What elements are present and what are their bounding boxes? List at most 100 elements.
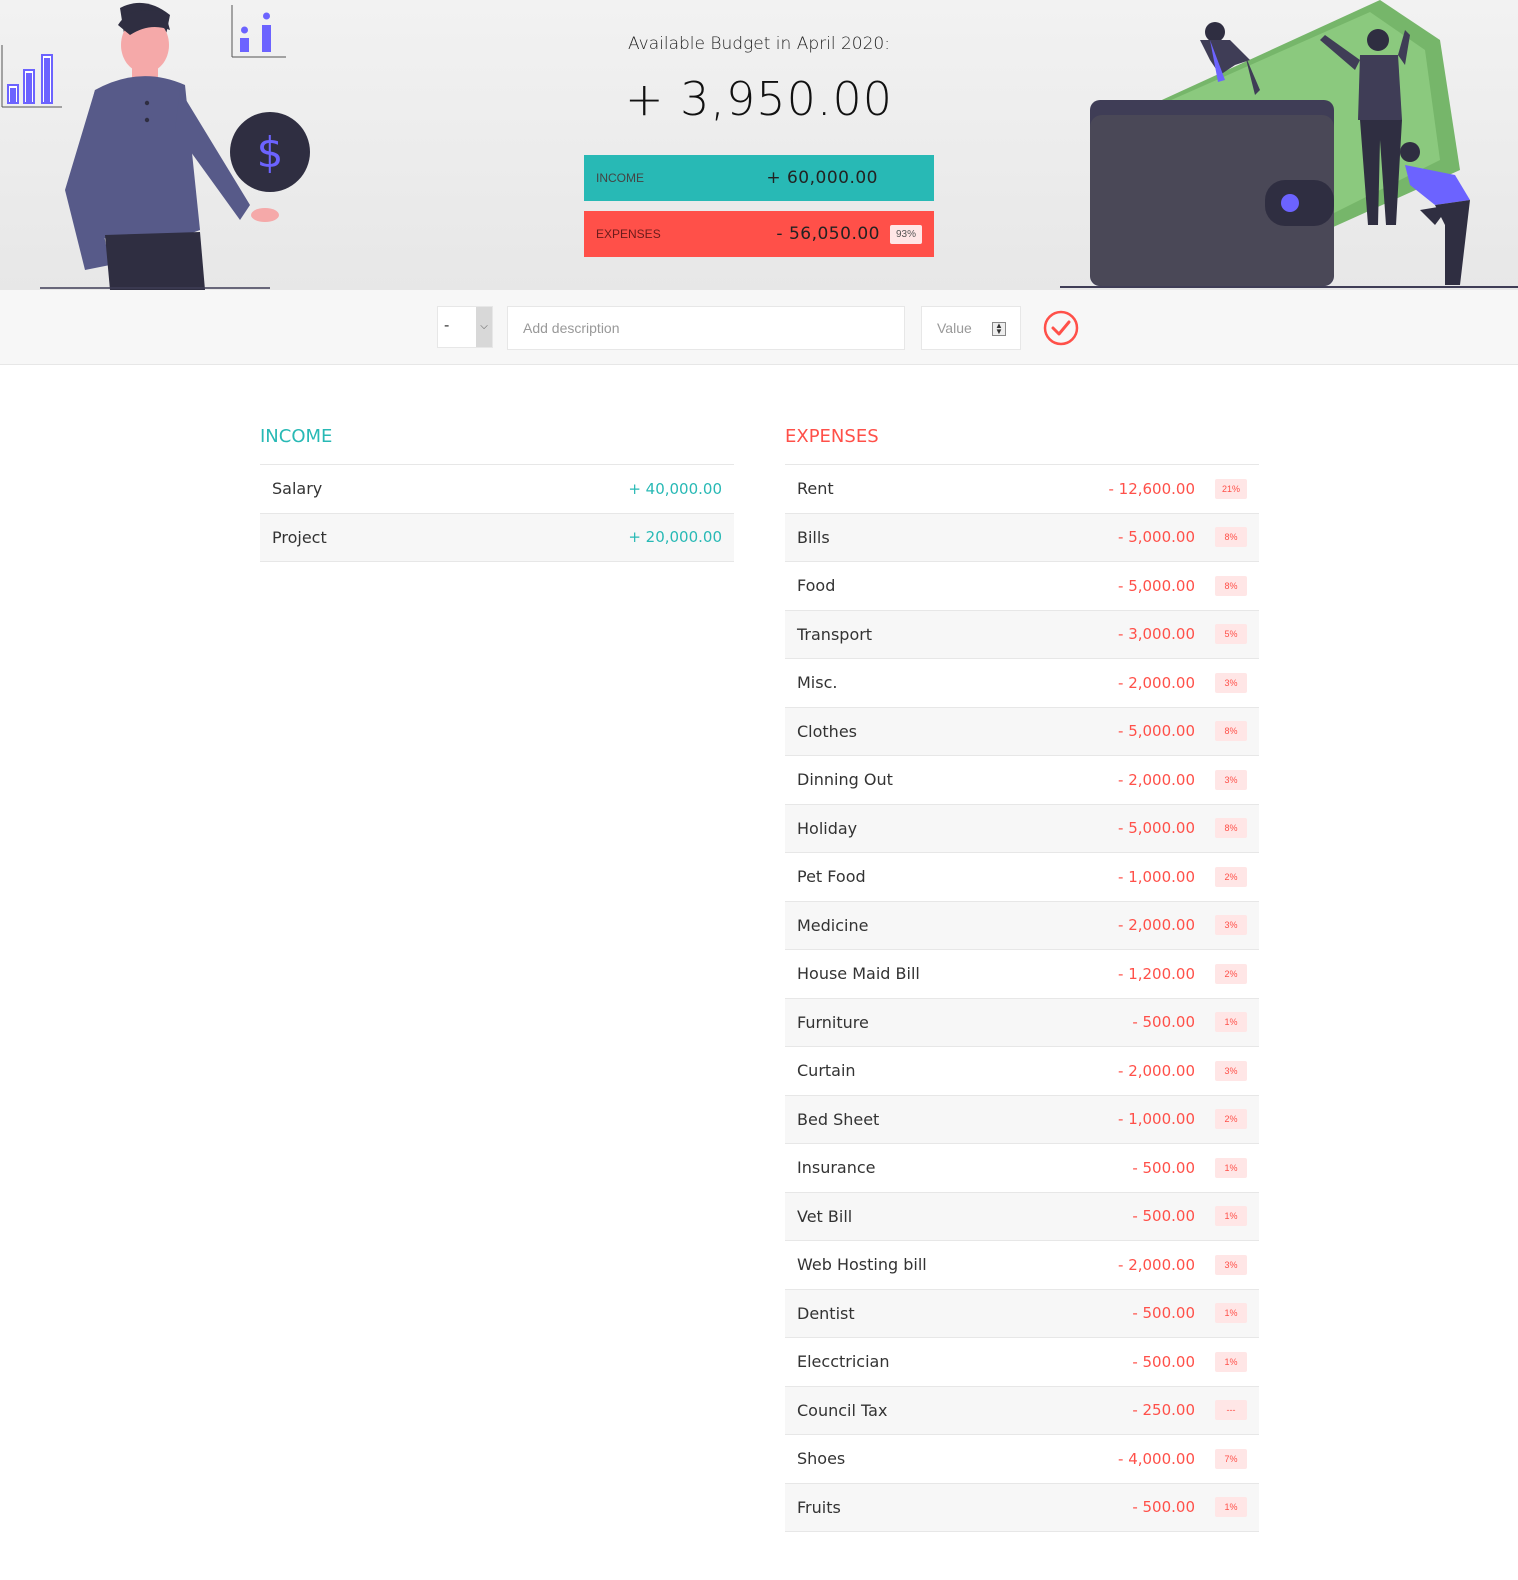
expense-row[interactable]: Pet Food - 1,000.00 2% xyxy=(785,853,1259,902)
item-description: Food xyxy=(797,576,836,596)
item-description: Pet Food xyxy=(797,867,866,887)
item-percentage-badge: 7% xyxy=(1215,1448,1247,1469)
item-value: - 1,000.00 xyxy=(1118,1110,1195,1129)
expense-row[interactable]: Rent - 12,600.00 21% xyxy=(785,465,1259,514)
item-description: Vet Bill xyxy=(797,1206,853,1226)
expense-row[interactable]: Medicine - 2,000.00 3% xyxy=(785,901,1259,950)
expense-row[interactable]: Holiday - 5,000.00 8% xyxy=(785,804,1259,853)
item-description: Council Tax xyxy=(797,1400,888,1420)
expense-row[interactable]: Curtain - 2,000.00 3% xyxy=(785,1047,1259,1096)
item-description: Project xyxy=(272,527,327,547)
item-description: Fruits xyxy=(797,1497,841,1517)
item-value: - 5,000.00 xyxy=(1118,722,1195,741)
item-value: - 2,000.00 xyxy=(1118,1061,1195,1080)
item-value: - 5,000.00 xyxy=(1118,576,1195,595)
expense-row[interactable]: Clothes - 5,000.00 8% xyxy=(785,707,1259,756)
expense-row[interactable]: Shoes - 4,000.00 7% xyxy=(785,1435,1259,1484)
item-value: - 3,000.00 xyxy=(1118,625,1195,644)
item-value: - 5,000.00 xyxy=(1118,528,1195,547)
expenses-list: Rent - 12,600.00 21% Bills - 5,000.00 8% Food -… xyxy=(785,464,1259,1532)
expense-row[interactable]: Misc. - 2,000.00 3% xyxy=(785,659,1259,708)
income-summary: Income + 60,000.00 xyxy=(584,155,934,201)
expenses-summary-value: - 56,050.00 xyxy=(776,224,880,244)
item-value: - 500.00 xyxy=(1132,1158,1195,1177)
item-percentage-badge: 3% xyxy=(1215,1060,1247,1081)
item-percentage-badge: 2% xyxy=(1215,1109,1247,1130)
item-percentage-badge: 8% xyxy=(1215,527,1247,548)
expense-row[interactable]: Web Hosting bill - 2,000.00 3% xyxy=(785,1241,1259,1290)
income-row[interactable]: Salary + 40,000.00 xyxy=(260,465,734,514)
item-value: + 20,000.00 xyxy=(628,528,722,547)
income-list-title: Income xyxy=(260,426,333,447)
item-value: - 2,000.00 xyxy=(1118,916,1195,935)
expense-row[interactable]: Transport - 3,000.00 5% xyxy=(785,610,1259,659)
item-percentage-badge: 1% xyxy=(1215,1206,1247,1227)
item-value: + 40,000.00 xyxy=(628,479,722,498)
item-description: Medicine xyxy=(797,915,869,935)
item-description: Clothes xyxy=(797,721,857,741)
item-description: Transport xyxy=(797,624,873,644)
checkmark-circle-icon[interactable] xyxy=(1043,310,1079,346)
item-description: Bed Sheet xyxy=(797,1109,880,1129)
value-input-placeholder: Value xyxy=(937,320,972,336)
expenses-percentage-badge: 93% xyxy=(889,224,922,244)
item-value: - 500.00 xyxy=(1132,1352,1195,1371)
item-value: - 2,000.00 xyxy=(1118,1255,1195,1274)
item-percentage-badge: 8% xyxy=(1215,721,1247,742)
value-input[interactable]: Value ▲ ▼ xyxy=(921,306,1021,350)
expense-row[interactable]: Furniture - 500.00 1% xyxy=(785,998,1259,1047)
expense-row[interactable]: Dinning Out - 2,000.00 3% xyxy=(785,756,1259,805)
income-summary-value: + 60,000.00 xyxy=(766,168,878,188)
description-input[interactable]: Add description xyxy=(507,306,905,350)
expenses-summary-label: Expenses xyxy=(596,227,661,241)
item-percentage-badge: 5% xyxy=(1215,624,1247,645)
item-description: Salary xyxy=(272,479,323,499)
item-percentage-badge: 2% xyxy=(1215,866,1247,887)
item-percentage-badge: 3% xyxy=(1215,769,1247,790)
item-description: Misc. xyxy=(797,673,838,693)
item-percentage-badge: 8% xyxy=(1215,818,1247,839)
expense-row[interactable]: House Maid Bill - 1,200.00 2% xyxy=(785,950,1259,999)
income-row[interactable]: Project + 20,000.00 xyxy=(260,513,734,562)
expense-row[interactable]: Insurance - 500.00 1% xyxy=(785,1144,1259,1193)
item-description: Rent xyxy=(797,479,834,499)
expense-row[interactable]: Vet Bill - 500.00 1% xyxy=(785,1192,1259,1241)
type-select[interactable]: - ⌵ xyxy=(437,306,493,348)
item-description: Curtain xyxy=(797,1061,856,1081)
expense-row[interactable]: Fruits - 500.00 1% xyxy=(785,1483,1259,1532)
item-description: Bills xyxy=(797,527,830,547)
expense-row[interactable]: Dentist - 500.00 1% xyxy=(785,1289,1259,1338)
item-percentage-badge: 1% xyxy=(1215,1303,1247,1324)
chevron-down-icon[interactable]: ⌵ xyxy=(476,307,492,347)
stepper-icon[interactable]: ▲ ▼ xyxy=(992,322,1006,336)
expense-row[interactable]: Bills - 5,000.00 8% xyxy=(785,513,1259,562)
item-description: Furniture xyxy=(797,1012,869,1032)
item-percentage-badge: --- xyxy=(1215,1400,1247,1421)
item-description: Insurance xyxy=(797,1158,876,1178)
item-percentage-badge: 3% xyxy=(1215,915,1247,936)
item-value: - 1,000.00 xyxy=(1118,867,1195,886)
add-item-bar: - ⌵ Add description Value ▲ ▼ xyxy=(0,290,1518,365)
expense-row[interactable]: Bed Sheet - 1,000.00 2% xyxy=(785,1095,1259,1144)
expense-row[interactable]: Council Tax - 250.00 --- xyxy=(785,1386,1259,1435)
item-value: - 12,600.00 xyxy=(1108,479,1195,498)
item-description: Shoes xyxy=(797,1449,846,1469)
type-select-value: - xyxy=(444,317,450,334)
item-percentage-badge: 1% xyxy=(1215,1012,1247,1033)
income-summary-label: Income xyxy=(596,171,644,185)
item-value: - 5,000.00 xyxy=(1118,819,1195,838)
item-description: Elecctrician xyxy=(797,1352,890,1372)
item-percentage-badge: 2% xyxy=(1215,963,1247,984)
item-percentage-badge: 3% xyxy=(1215,1254,1247,1275)
item-percentage-badge: 1% xyxy=(1215,1497,1247,1518)
expense-row[interactable]: Food - 5,000.00 8% xyxy=(785,562,1259,611)
expense-row[interactable]: Elecctrician - 500.00 1% xyxy=(785,1338,1259,1387)
item-value: - 500.00 xyxy=(1132,1207,1195,1226)
item-description: Web Hosting bill xyxy=(797,1255,927,1275)
item-value: - 250.00 xyxy=(1132,1401,1195,1420)
item-percentage-badge: 8% xyxy=(1215,575,1247,596)
dollar-icon: $ xyxy=(257,128,284,177)
item-percentage-badge: 3% xyxy=(1215,672,1247,693)
expenses-list-title: Expenses xyxy=(785,426,879,447)
item-description: Dinning Out xyxy=(797,770,893,790)
